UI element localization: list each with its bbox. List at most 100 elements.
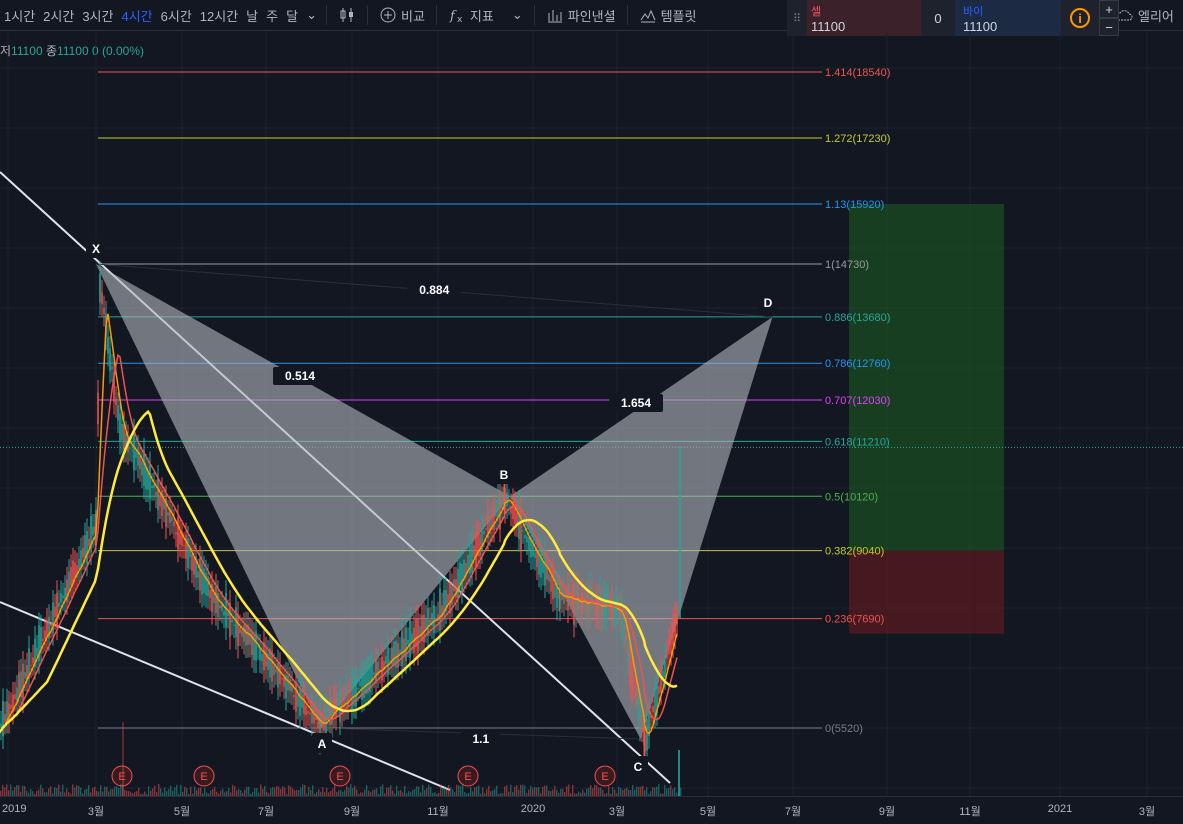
volume-bar	[442, 787, 444, 796]
volume-bar	[234, 786, 236, 796]
candle-body	[24, 672, 26, 679]
svg-text:x: x	[457, 15, 463, 24]
volume-bar	[382, 784, 384, 796]
candle-body	[56, 592, 58, 628]
volume-bar	[456, 784, 458, 796]
volume-bar	[554, 785, 556, 796]
volume-bar	[246, 786, 248, 796]
fib-level-label: 0.886(13680)	[825, 312, 890, 324]
interval-1[interactable]: 1시간	[0, 0, 39, 30]
price-chart[interactable]: 1.414(18540) 1.272(17230) 1.13(15920) 1(147…	[0, 31, 1183, 796]
candle-body	[337, 703, 339, 705]
volume-bar	[642, 785, 644, 796]
interval-2[interactable]: 2시간	[39, 0, 78, 30]
volume-bar	[228, 788, 230, 796]
candle-body	[654, 689, 656, 716]
volume-bar	[42, 788, 44, 796]
svg-text:f: f	[449, 9, 457, 24]
candle-body	[283, 677, 285, 687]
candle-body	[167, 512, 169, 516]
interval-8[interactable]: 주	[262, 0, 282, 30]
indicators-button[interactable]: fx 지표 ⌄	[442, 0, 529, 30]
candle-body	[0, 723, 2, 728]
ratio-label: 0.514	[285, 369, 315, 383]
interval-dropdown-icon[interactable]: ⌄	[302, 0, 321, 30]
volume-bar	[256, 787, 258, 796]
volume-bar	[380, 786, 382, 796]
interval-4[interactable]: 4시간	[117, 0, 156, 30]
candle-body	[631, 661, 633, 692]
candle-body	[652, 706, 654, 713]
volume-bar	[654, 787, 656, 796]
volume-bar	[22, 785, 24, 796]
volume-bar	[594, 784, 596, 796]
candle-body	[50, 623, 52, 626]
candle-body	[42, 639, 44, 642]
volume-bar	[626, 787, 628, 796]
volume-bar	[664, 784, 666, 796]
volume-bar	[390, 785, 392, 796]
pine-button[interactable]: 파인낸셜	[540, 0, 622, 30]
candle-body	[265, 649, 267, 667]
candle-body	[32, 657, 34, 664]
interval-5[interactable]: 6시간	[157, 0, 196, 30]
candle-body	[449, 583, 451, 614]
fib-level-label: 0(5520)	[825, 723, 863, 735]
volume-bar	[212, 789, 214, 796]
volume-bar	[14, 787, 16, 796]
candle-body	[595, 597, 597, 617]
interval-9[interactable]: 달	[282, 0, 302, 30]
fib-level-label: 0.786(12760)	[825, 358, 890, 370]
candle-body	[177, 517, 179, 550]
volume-bar	[388, 787, 390, 796]
candle-body	[351, 681, 353, 712]
candle-body	[506, 492, 508, 507]
volume-bar	[76, 785, 78, 796]
candle-body	[6, 701, 8, 721]
candle-body	[121, 423, 123, 440]
candle-body	[475, 533, 477, 568]
candle-body	[401, 631, 403, 666]
candle-body	[145, 466, 147, 490]
ratio-label: 0.884	[419, 283, 449, 297]
candle-body	[526, 536, 528, 543]
template-button[interactable]: 템플릿	[633, 0, 703, 30]
volume-bar	[176, 784, 178, 796]
volume-bar	[560, 788, 562, 796]
volume-bar	[278, 786, 280, 796]
interval-6[interactable]: 12시간	[196, 0, 242, 30]
volume-bar	[80, 787, 82, 796]
volume-bar	[120, 784, 122, 796]
time-tick: 9월	[878, 806, 896, 818]
volume-bar	[510, 784, 512, 796]
candle-body	[520, 509, 522, 550]
candle-body	[303, 693, 305, 715]
volume-bar	[450, 787, 452, 796]
earnings-marker-label: E	[200, 771, 207, 783]
volume-bar	[158, 784, 160, 796]
time-axis[interactable]: 2019 3월 5월 7월 9월 11월 2020 3월 5월 7월 9월 11월 2021 3월	[0, 796, 1183, 824]
candle-body	[587, 592, 589, 619]
volume-bar	[478, 785, 480, 796]
volume-bar	[112, 789, 114, 796]
volume-bar	[264, 786, 266, 796]
candle-body	[275, 669, 277, 673]
volume-bar	[522, 784, 524, 796]
candle-body	[233, 624, 235, 626]
candle-body	[373, 672, 375, 676]
volume-bar	[16, 785, 18, 796]
volume-bar	[590, 784, 592, 796]
bar-chart-icon	[547, 10, 562, 23]
compare-button[interactable]: 비교	[373, 0, 431, 30]
candle-body	[115, 398, 117, 406]
candle-body	[173, 521, 175, 527]
interval-3[interactable]: 3시간	[78, 0, 117, 30]
volume-bar	[270, 788, 272, 796]
chevron-down-icon[interactable]: ⌄	[512, 7, 523, 23]
volume-bar	[40, 784, 42, 796]
interval-7[interactable]: 날	[242, 0, 262, 30]
volume-bar	[88, 784, 90, 796]
increase-button[interactable]: +	[1099, 0, 1119, 18]
chart-type-button[interactable]	[332, 0, 362, 30]
candle-body	[635, 692, 637, 696]
